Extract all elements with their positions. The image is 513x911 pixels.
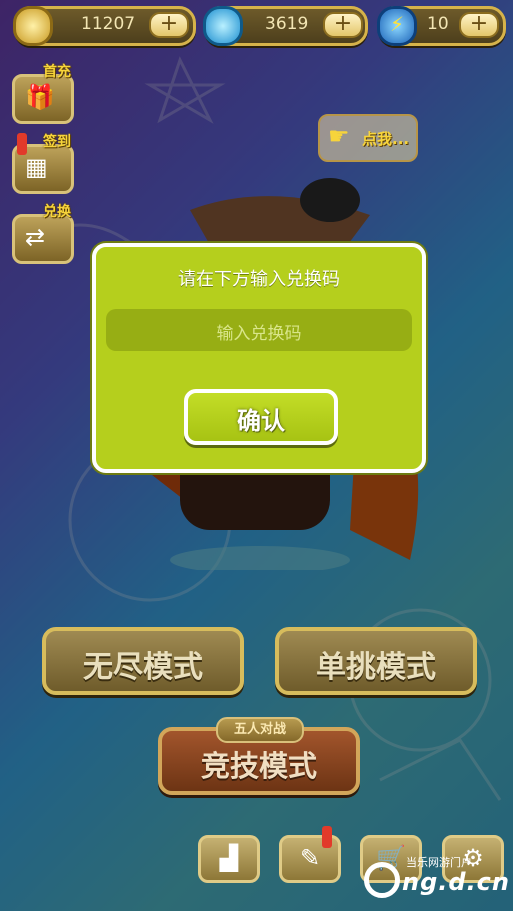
redeem-label: 兑换 — [43, 204, 71, 220]
add-energy-button[interactable]: + — [459, 12, 499, 38]
input-placeholder: 输入兑换码 — [216, 324, 302, 344]
arena-mode-button[interactable]: 五人对战 竞技模式 — [158, 717, 360, 795]
arena-mode-label: 竞技模式 — [200, 749, 317, 783]
confirm-button[interactable]: 确认 — [184, 389, 338, 445]
tap-me-bubble[interactable]: ☛ 点我... — [318, 114, 418, 162]
sign-in-button[interactable]: ▦ 签到 — [12, 133, 74, 194]
add-diamonds-button[interactable]: + — [323, 12, 363, 38]
watermark-logo — [364, 862, 400, 898]
tasks-badge — [322, 826, 332, 848]
lightning-icon: ⚡ — [377, 6, 417, 46]
pointing-hand-icon: ☛ — [328, 122, 350, 150]
energy-amount: 10 — [427, 14, 449, 34]
energy-counter: ⚡ 10 + — [377, 6, 506, 46]
diamond-amount: 3619 — [265, 14, 309, 34]
watermark: 当乐网游门户 ng.d.cn — [362, 844, 512, 904]
duel-mode-label: 单挑模式 — [316, 650, 436, 685]
tasks-button[interactable]: ✎ — [279, 826, 341, 883]
tap-me-label: 点我... — [362, 130, 410, 148]
sign-in-label: 签到 — [43, 134, 71, 150]
endless-mode-button[interactable]: 无尽模式 — [42, 627, 244, 695]
notepad-icon: ✎ — [299, 844, 321, 872]
five-player-tag: 五人对战 — [216, 717, 304, 743]
watermark-text: ng.d.cn — [402, 868, 510, 896]
redeem-code-dialog: 请在下方输入兑换码 输入兑换码 确认 — [92, 243, 426, 473]
notification-badge — [17, 133, 27, 155]
exchange-icon: ⇄ — [25, 223, 46, 251]
diamond-counter: 3619 + — [203, 6, 368, 46]
calendar-icon: ▦ — [25, 153, 48, 181]
redeem-code-input[interactable]: 输入兑换码 — [106, 309, 412, 351]
add-coins-button[interactable]: + — [149, 12, 189, 38]
first-recharge-label: 首充 — [43, 64, 71, 80]
redeem-button[interactable]: ⇄ 兑换 — [12, 204, 74, 264]
coin-counter: 11207 + — [13, 6, 196, 46]
endless-mode-label: 无尽模式 — [83, 650, 203, 685]
first-recharge-button[interactable]: 🎁 首充 — [12, 64, 74, 124]
diamond-icon — [203, 6, 243, 46]
coin-icon — [13, 6, 53, 46]
confirm-label: 确认 — [237, 407, 285, 435]
gift-icon: 🎁 — [25, 83, 55, 111]
dialog-title: 请在下方输入兑换码 — [178, 269, 340, 290]
duel-mode-button[interactable]: 单挑模式 — [275, 627, 477, 695]
build-button[interactable]: ▟ — [198, 835, 260, 883]
coin-amount: 11207 — [81, 14, 136, 34]
blocks-icon: ▟ — [219, 844, 239, 872]
